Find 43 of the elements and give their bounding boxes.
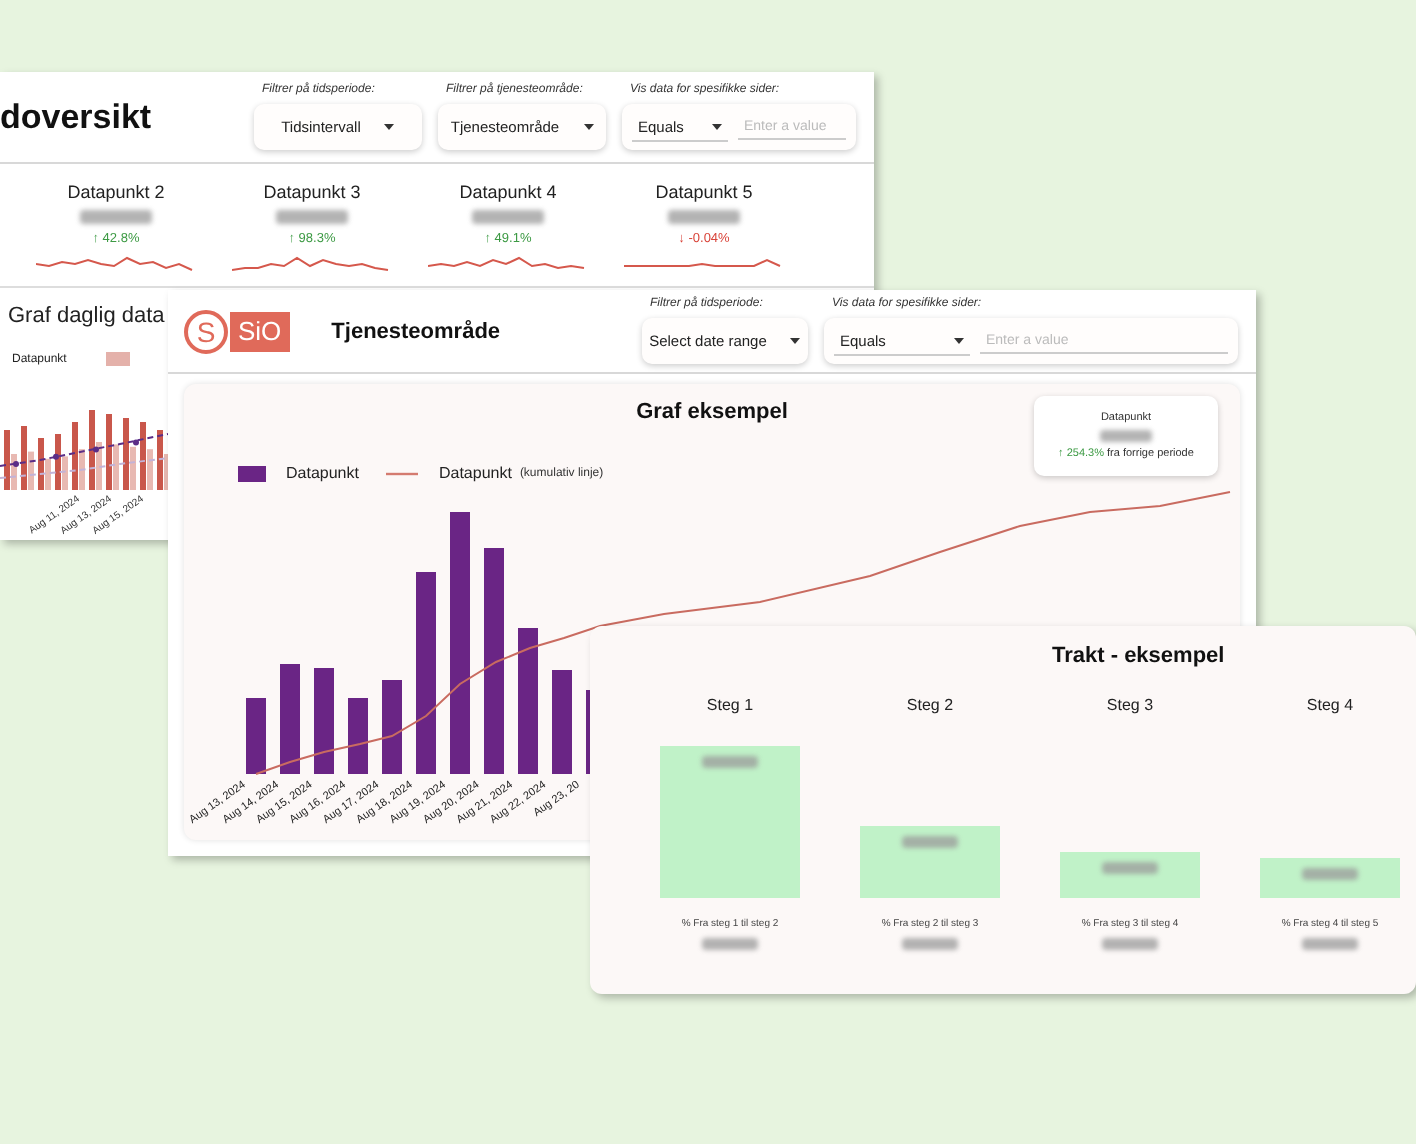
legend-label: Datapunkt — [438, 464, 512, 482]
blurred-value — [1302, 938, 1358, 950]
bar — [280, 664, 300, 774]
bar — [348, 698, 368, 774]
blurred-value — [668, 210, 740, 224]
bar — [246, 698, 266, 774]
bar — [314, 668, 334, 774]
kpi-label: Datapunkt 3 — [263, 182, 361, 202]
step-label: Steg 2 — [906, 696, 954, 714]
blurred-value — [902, 836, 958, 848]
bar — [552, 670, 572, 774]
page-title: doversikt — [0, 97, 154, 137]
kpi-label: Datapunkt 4 — [459, 182, 557, 202]
blurred-value — [702, 756, 758, 768]
blurred-value — [1102, 862, 1158, 874]
legend-swatch — [106, 352, 131, 366]
legend-swatch — [238, 465, 266, 481]
blurred-value — [276, 210, 348, 224]
blurred-value — [1302, 868, 1358, 880]
blurred-value — [702, 938, 758, 950]
chart-title: Graf daglig data — [8, 304, 167, 328]
blurred-value — [1100, 430, 1152, 442]
blurred-value — [902, 938, 958, 950]
blurred-value — [472, 210, 544, 224]
step-label: Steg 1 — [706, 696, 754, 714]
caret-icon — [790, 338, 801, 344]
legend-label: Datapunkt — [286, 464, 359, 482]
kpi-label: Datapunkt 2 — [67, 182, 165, 202]
blurred-value — [80, 210, 152, 224]
kpi-label: Datapunkt 5 — [655, 182, 753, 202]
legend-line-icon — [386, 471, 419, 475]
caret-icon — [384, 124, 395, 130]
caret-icon — [712, 123, 722, 129]
step-label: Steg 3 — [1106, 696, 1154, 714]
chart-title: Graf eksempel — [636, 398, 788, 428]
caret-icon — [583, 124, 594, 130]
blurred-value — [1102, 938, 1158, 950]
page-title: Tjenesteområde — [331, 319, 503, 343]
step-label: Steg 4 — [1306, 696, 1354, 714]
chart-title: Trakt - eksempel — [1052, 644, 1225, 668]
caret-icon — [954, 337, 964, 343]
logo-text: SiO — [230, 311, 290, 351]
bar — [382, 680, 402, 774]
